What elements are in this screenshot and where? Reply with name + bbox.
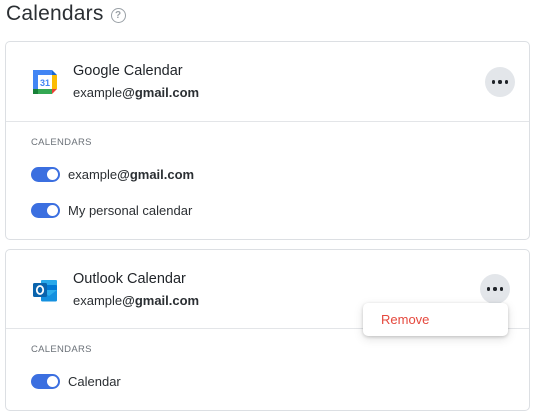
email-local: example — [73, 85, 123, 100]
provider-name: Google Calendar — [73, 63, 183, 79]
calendar-label: Calendar — [68, 373, 121, 389]
email-local: example — [73, 293, 123, 308]
more-horizontal-icon — [491, 80, 509, 84]
calendar-label-domain: @gmail.com — [117, 166, 195, 182]
page-header: Calendars ? — [6, 0, 126, 28]
calendar-toggle[interactable] — [31, 202, 60, 218]
section-label: CALENDARS — [31, 344, 92, 355]
page-title: Calendars — [6, 2, 104, 25]
account-options-menu: Remove — [363, 303, 508, 336]
more-options-button[interactable] — [480, 274, 510, 304]
account-header: 31 Google Calendar example@gmail.com — [6, 42, 529, 122]
calendar-label: My personal calendar — [68, 202, 193, 218]
outlook-icon — [33, 280, 57, 302]
more-options-button[interactable] — [485, 67, 515, 97]
account-email: example@gmail.com — [73, 85, 199, 100]
account-card-google: 31 Google Calendar example@gmail.com CAL… — [5, 41, 530, 240]
help-icon[interactable]: ? — [110, 7, 126, 23]
svg-text:31: 31 — [40, 78, 50, 88]
provider-name: Outlook Calendar — [73, 271, 186, 287]
calendar-toggle[interactable] — [31, 166, 60, 182]
calendar-item: My personal calendar — [31, 200, 192, 220]
calendar-item: Calendar — [31, 371, 121, 391]
email-domain: @gmail.com — [122, 293, 200, 308]
calendar-toggle[interactable] — [31, 373, 60, 389]
more-horizontal-icon — [486, 287, 504, 291]
google-calendar-icon: 31 — [33, 70, 57, 94]
email-domain: @gmail.com — [122, 85, 200, 100]
calendar-label-prefix: example — [68, 166, 118, 182]
account-email: example@gmail.com — [73, 293, 199, 308]
section-label: CALENDARS — [31, 137, 92, 148]
remove-account-menu-item[interactable]: Remove — [381, 312, 429, 327]
calendar-label: example@gmail.com — [68, 167, 194, 182]
calendar-item: example@gmail.com — [31, 164, 194, 184]
